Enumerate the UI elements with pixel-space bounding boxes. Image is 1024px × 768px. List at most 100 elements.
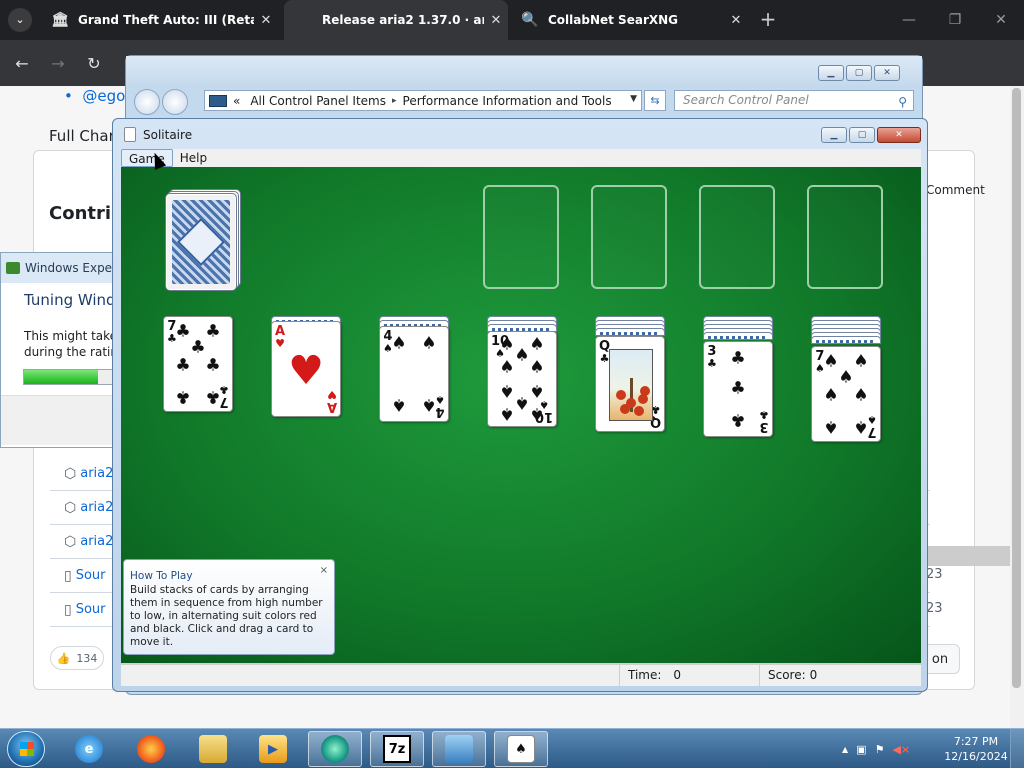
playing-card[interactable]: 4 ♠ 4 ♠ ♠ ♠ ♠ ♠	[379, 326, 449, 422]
close-icon[interactable]: ×	[320, 564, 328, 577]
browser-tab-bar: ⌄ 🏛 Grand Theft Auto: III (Retail Ed ✕ R…	[0, 0, 1024, 40]
card-pip: ♠	[499, 334, 515, 355]
solitaire-window-buttons: ▁ ▢ ✕	[821, 127, 921, 143]
card-pip: ♣	[205, 386, 221, 407]
tab-title: Grand Theft Auto: III (Retail Ed	[78, 13, 254, 27]
card-pip: ♣	[175, 386, 191, 407]
minimize-button[interactable]: ▁	[821, 127, 847, 143]
back-button[interactable]: ←	[10, 52, 34, 76]
internet-explorer-icon: e	[75, 735, 103, 763]
firefox-icon	[137, 735, 165, 763]
address-overflow[interactable]: «	[233, 94, 240, 108]
maximize-button[interactable]: ▢	[849, 127, 875, 143]
playing-card[interactable]: A ♥ A ♥ ♥	[271, 321, 341, 417]
breadcrumb-item[interactable]: All Control Panel Items	[250, 94, 386, 108]
search-input[interactable]: Search Control Panel ⚲	[674, 90, 914, 111]
taskbar: e ▶ 7z ♠ ▲ ▣ ⚑ ◀× 7:27 PM 12/16/2024	[0, 728, 1024, 768]
score-field: Score: 0	[759, 665, 909, 687]
asset-link[interactable]: aria2	[80, 466, 113, 481]
forward-button[interactable]	[162, 89, 188, 115]
taskbar-7zip[interactable]: 7z	[370, 731, 424, 767]
forward-button[interactable]: →	[46, 52, 70, 76]
foundation-slot[interactable]	[807, 185, 883, 289]
flower-blossom	[640, 386, 650, 396]
breadcrumb-separator[interactable]: ▸	[392, 96, 397, 106]
breadcrumb-item[interactable]: Performance Information and Tools	[403, 94, 612, 108]
minimize-button[interactable]: ▁	[818, 65, 844, 81]
maximize-button[interactable]: ▢	[846, 65, 872, 81]
tab-close-icon[interactable]: ✕	[484, 13, 508, 28]
network-icon[interactable]: ▣	[856, 743, 866, 756]
windows-logo-icon	[20, 742, 34, 756]
card-suit: ♣	[759, 408, 769, 421]
tab-close-icon[interactable]: ✕	[724, 13, 748, 28]
package-icon: ⬡	[64, 533, 77, 550]
tab-close-icon[interactable]: ✕	[254, 13, 278, 28]
new-tab-button[interactable]: +	[756, 8, 780, 32]
asset-link[interactable]: Sour	[76, 568, 106, 583]
playing-card[interactable]: 3 ♣ 3 ♣ ♣ ♣ ♣	[703, 341, 773, 437]
comment-tab[interactable]: Comment	[926, 183, 985, 197]
tray-overflow-icon[interactable]: ▲	[842, 745, 848, 754]
reaction-button[interactable]: 👍 134	[50, 646, 104, 670]
window-restore-button[interactable]: ❐	[932, 0, 978, 40]
foundation-slot[interactable]	[699, 185, 775, 289]
volume-muted-icon[interactable]: ◀×	[892, 743, 910, 756]
hidden-card-edge	[595, 328, 665, 336]
foundation-slot[interactable]	[483, 185, 559, 289]
close-button[interactable]: ✕	[874, 65, 900, 81]
flag-icon[interactable]: ⚑	[875, 743, 885, 756]
full-changelog-label[interactable]: Full Char	[49, 127, 115, 145]
progress-fill	[24, 370, 98, 384]
taskbar-control-panel[interactable]	[432, 731, 486, 767]
chevron-down-icon[interactable]: ▼	[630, 94, 637, 104]
browser-tab[interactable]: 🏛 Grand Theft Auto: III (Retail Ed ✕	[40, 0, 278, 40]
thumbs-up-icon: 👍	[56, 651, 71, 665]
show-desktop-button[interactable]	[1010, 729, 1024, 768]
control-panel-window-buttons: ▁ ▢ ✕	[818, 65, 900, 81]
mention-link[interactable]: • @ego	[64, 87, 125, 105]
refresh-icon[interactable]: ⇆	[644, 90, 666, 111]
page-scrollbar-thumb[interactable]	[1012, 88, 1021, 688]
taskbar-internet-explorer[interactable]: e	[62, 731, 116, 767]
back-button[interactable]	[134, 89, 160, 115]
clock[interactable]: 7:27 PM 12/16/2024	[944, 734, 1008, 764]
browser-tab[interactable]: 🔍 CollabNet SearXNG ✕	[510, 0, 748, 40]
taskbar-solitaire[interactable]: ♠	[494, 731, 548, 767]
chrome-like-icon	[321, 735, 349, 763]
reload-button[interactable]: ↻	[82, 52, 106, 76]
card-pip: ♠	[514, 345, 530, 366]
progress-bar	[23, 369, 117, 385]
game-board[interactable]: 7 ♣ 7 ♣ ♣ ♣ ♣ ♣ ♣ ♣ ♣ A ♥ A ♥ ♥ 4 ♠ 4 ♠ ♠ ♠ ♠ ♠ 10 ♠ 10 ♠ ♠ ♠ ♠ ♠ ♠ ♠ ♠ ♠ ♠ ♠…	[121, 167, 921, 663]
taskbar-browser[interactable]	[308, 731, 362, 767]
address-bar[interactable]: « All Control Panel Items ▸ Performance …	[204, 90, 642, 111]
menu-help[interactable]: Help	[173, 149, 214, 167]
playing-card[interactable]: 10 ♠ 10 ♠ ♠ ♠ ♠ ♠ ♠ ♠ ♠ ♠ ♠ ♠	[487, 331, 557, 427]
close-button[interactable]: ✕	[877, 127, 921, 143]
stock-card-back[interactable]	[166, 194, 236, 290]
playing-card[interactable]: 7 ♣ 7 ♣ ♣ ♣ ♣ ♣ ♣ ♣ ♣	[163, 316, 233, 412]
window-minimize-button[interactable]: —	[886, 0, 932, 40]
foundation-slot[interactable]	[591, 185, 667, 289]
asset-link[interactable]: Sour	[76, 602, 106, 617]
search-icon[interactable]: ⚲	[898, 93, 907, 112]
package-icon: ⬡	[64, 499, 77, 516]
taskbar-firefox[interactable]	[124, 731, 178, 767]
tip-title: How To Play	[130, 570, 193, 582]
tab-search-button[interactable]: ⌄	[8, 8, 32, 32]
flower-blossom	[634, 406, 644, 416]
start-button[interactable]	[7, 731, 45, 767]
playing-card[interactable]: 7 ♠ 7 ♠ ♠ ♠ ♠ ♠ ♠ ♠ ♠	[811, 346, 881, 442]
search-icon: 🔍	[521, 12, 539, 28]
dialog-footer	[1, 395, 115, 445]
card-pip: ♣	[190, 337, 206, 358]
playing-card[interactable]: Q ♣ Q ♣	[595, 336, 665, 432]
asset-link[interactable]: aria2	[80, 534, 113, 549]
window-close-button[interactable]: ✕	[978, 0, 1024, 40]
asset-link[interactable]: aria2	[80, 500, 113, 515]
taskbar-explorer[interactable]	[186, 731, 240, 767]
card-pip: ♠	[823, 416, 839, 437]
taskbar-media-player[interactable]: ▶	[246, 731, 300, 767]
experience-index-dialog: Windows Experie Tuning Wind This might t…	[0, 252, 128, 448]
browser-tab-active[interactable]: Release aria2 1.37.0 · aria2/ari ✕	[284, 0, 508, 40]
